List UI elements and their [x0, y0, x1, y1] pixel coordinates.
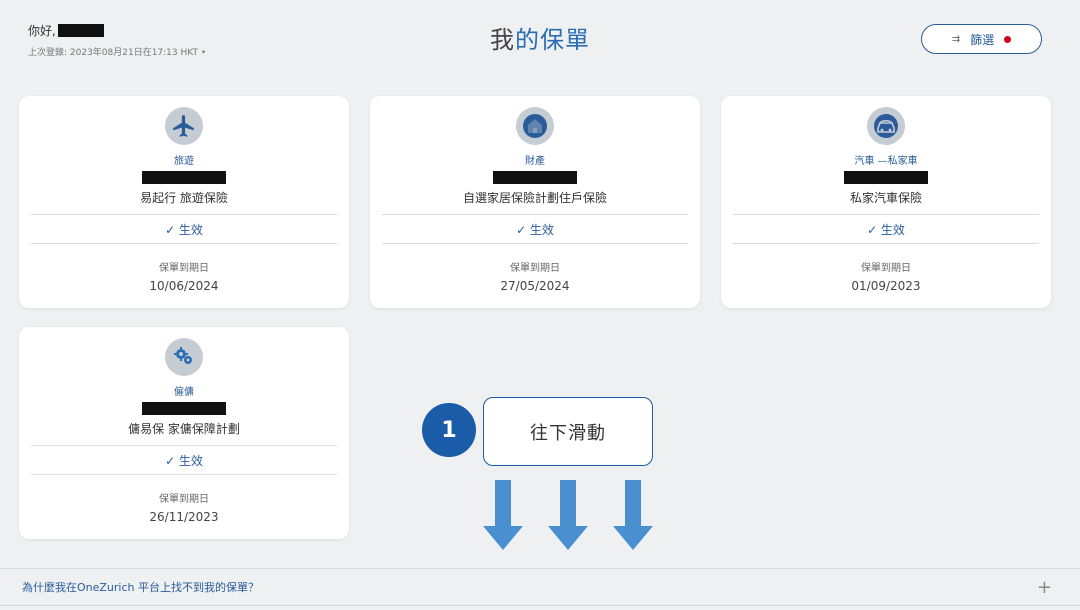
- policy-card-motor[interactable]: 汽車 —私家車 私家汽車保險 ✓ 生效 保單到期日 01/09/2023: [721, 96, 1051, 308]
- redacted-policy-number: [142, 402, 226, 415]
- divider: [382, 243, 688, 244]
- expiry-label: 保單到期日: [159, 263, 209, 274]
- policy-product-name: 私家汽車保險: [849, 191, 922, 205]
- step-number-badge: 1: [422, 403, 476, 457]
- status-badge: ✓ 生效: [165, 454, 203, 468]
- redacted-policy-number: [844, 171, 928, 184]
- policy-product-name: 傭易保 家傭保障計劃: [128, 422, 240, 436]
- divider: [31, 243, 337, 244]
- down-arrow-icon: [613, 480, 653, 550]
- expiry-label: 保單到期日: [861, 263, 911, 274]
- status-badge: ✓ 生效: [165, 223, 203, 237]
- policy-product-name: 易起行 旅遊保險: [140, 191, 228, 205]
- car-icon: [867, 107, 905, 145]
- gears-icon: [165, 338, 203, 376]
- filter-button[interactable]: ⇉ 篩選: [921, 24, 1042, 54]
- down-arrow-icon: [548, 480, 588, 550]
- airplane-icon: [165, 107, 203, 145]
- status-badge: ✓ 生效: [867, 223, 905, 237]
- expiry-date: 26/11/2023: [149, 510, 219, 524]
- policy-category: 旅遊: [174, 156, 194, 167]
- page-title: 我的保單: [0, 20, 1080, 55]
- divider: [733, 243, 1039, 244]
- house-icon: [516, 107, 554, 145]
- policy-card-property[interactable]: 財產 自選家居保險計劃住戶保險 ✓ 生效 保單到期日 27/05/2024: [370, 96, 700, 308]
- policy-category: 僱傭: [174, 387, 194, 398]
- expiry-date: 10/06/2024: [149, 279, 219, 293]
- filter-label: 篩選: [970, 32, 995, 47]
- expiry-label: 保單到期日: [159, 494, 209, 505]
- redacted-policy-number: [493, 171, 577, 184]
- policy-card-travel[interactable]: 旅遊 易起行 旅遊保險 ✓ 生效 保單到期日 10/06/2024: [19, 96, 349, 308]
- down-arrow-icon: [483, 480, 523, 550]
- filter-icon: ⇉: [951, 33, 961, 45]
- expiry-date: 27/05/2024: [500, 279, 570, 293]
- faq-accordion-row[interactable]: 為什麼我在OneZurich 平台上找不到我的保單？ +: [0, 568, 1080, 606]
- expiry-label: 保單到期日: [510, 263, 560, 274]
- faq-question[interactable]: 為什麼我在OneZurich 平台上找不到我的保單？: [22, 579, 259, 595]
- redacted-policy-number: [142, 171, 226, 184]
- expiry-date: 01/09/2023: [851, 279, 921, 293]
- page-title-part2: 的保單: [515, 26, 590, 54]
- policy-category: 財產: [525, 156, 545, 167]
- scroll-instruction: 往下滑動: [483, 397, 653, 466]
- divider: [31, 474, 337, 475]
- status-badge: ✓ 生效: [516, 223, 554, 237]
- plus-icon[interactable]: +: [1037, 577, 1052, 598]
- policy-category: 汽車 —私家車: [854, 156, 918, 167]
- policy-card-employment[interactable]: 僱傭 傭易保 家傭保障計劃 ✓ 生效 保單到期日 26/11/2023: [19, 327, 349, 539]
- notification-dot: [1004, 35, 1012, 43]
- policy-product-name: 自選家居保險計劃住戶保險: [462, 191, 607, 205]
- page-title-part1: 我: [490, 26, 515, 54]
